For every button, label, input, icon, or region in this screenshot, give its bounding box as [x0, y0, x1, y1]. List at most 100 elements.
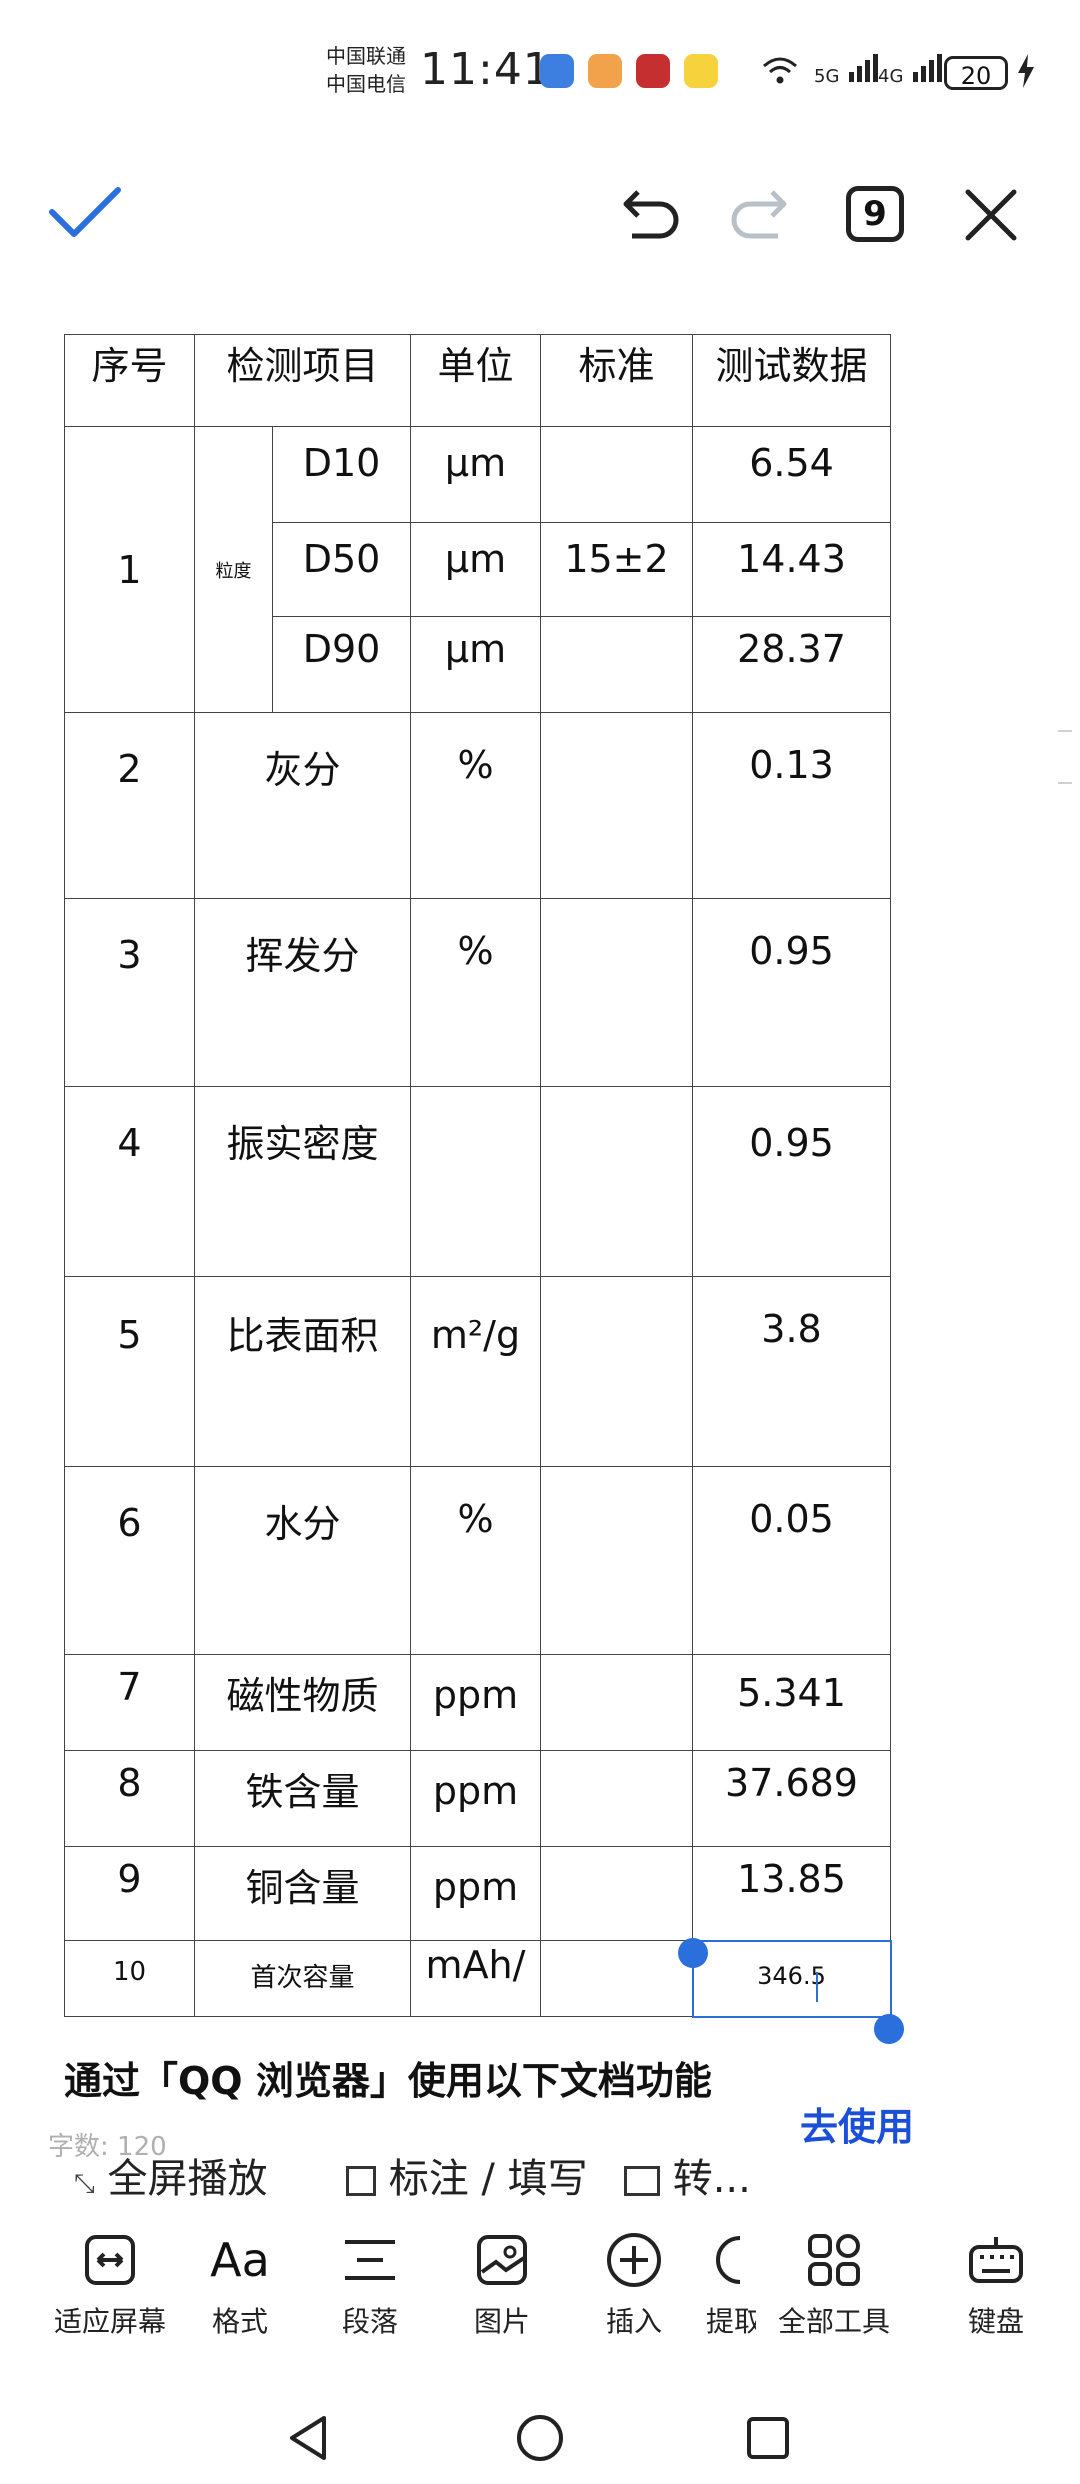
- unit-cell[interactable]: %: [410, 898, 541, 1087]
- table-row: 9 铜含量 ppm 13.85: [64, 1846, 891, 1941]
- row-number-cell[interactable]: 8: [64, 1750, 195, 1847]
- value-cell[interactable]: 3.8: [692, 1276, 891, 1467]
- tool-all-tools[interactable]: 全部工具: [756, 2220, 912, 2340]
- unit-cell[interactable]: μm: [410, 522, 541, 617]
- image-icon: [452, 2220, 552, 2300]
- scroll-hint-mark: [1058, 782, 1072, 784]
- carrier-1: 中国联通: [326, 44, 406, 68]
- unit-cell[interactable]: %: [410, 1466, 541, 1655]
- tool-keyboard[interactable]: 键盘: [946, 2220, 1046, 2340]
- unit-cell[interactable]: ppm: [410, 1846, 541, 1941]
- document-table-area[interactable]: 序号 检测项目 单位 标准 测试数据 1 粒度 D10 μm 6.54 D50 …: [64, 334, 892, 2018]
- item-cell[interactable]: 比表面积: [194, 1276, 411, 1467]
- close-icon[interactable]: [964, 188, 1018, 246]
- unit-cell[interactable]: ppm: [410, 1654, 541, 1751]
- convert-feature[interactable]: 转...: [624, 2146, 751, 2204]
- recents-nav-icon[interactable]: [746, 2416, 790, 2464]
- row-number-cell[interactable]: 1: [64, 426, 195, 713]
- row-number-cell[interactable]: 10: [64, 1940, 195, 2017]
- back-nav-icon[interactable]: [288, 2414, 328, 2466]
- selection-end-handle[interactable]: [874, 2014, 904, 2044]
- value-cell[interactable]: 0.95: [692, 1086, 891, 1277]
- standard-cell[interactable]: [540, 616, 693, 713]
- home-nav-icon[interactable]: [516, 2414, 564, 2466]
- header-cell[interactable]: 检测项目: [194, 334, 411, 427]
- value-cell[interactable]: 0.13: [692, 712, 891, 899]
- value-cell[interactable]: 5.341: [692, 1654, 891, 1751]
- item-cell[interactable]: 铜含量: [194, 1846, 411, 1941]
- selection-start-handle[interactable]: [678, 1938, 708, 1968]
- header-cell[interactable]: 序号: [64, 334, 195, 427]
- standard-cell[interactable]: 15±2: [540, 522, 693, 617]
- go-use-button[interactable]: 去使用: [800, 2096, 914, 2151]
- row-number-cell[interactable]: 5: [64, 1276, 195, 1467]
- tool-insert[interactable]: 插入: [584, 2220, 684, 2340]
- unit-cell[interactable]: μm: [410, 426, 541, 523]
- unit-cell[interactable]: [410, 1086, 541, 1277]
- particle-size-label[interactable]: 粒度: [194, 426, 273, 713]
- item-cell[interactable]: 铁含量: [194, 1750, 411, 1847]
- unit-cell[interactable]: m²/g: [410, 1276, 541, 1467]
- standard-cell[interactable]: [540, 1750, 693, 1847]
- value-cell[interactable]: 0.05: [692, 1466, 891, 1655]
- item-cell[interactable]: D90: [272, 616, 411, 713]
- standard-cell[interactable]: [540, 1846, 693, 1941]
- page-count-button[interactable]: 9: [846, 186, 904, 242]
- extract-icon: [706, 2220, 756, 2300]
- table-row: 2 灰分 % 0.13: [64, 712, 891, 899]
- row-number-cell[interactable]: 3: [64, 898, 195, 1087]
- test-data-table[interactable]: 序号 检测项目 单位 标准 测试数据 1 粒度 D10 μm 6.54 D50 …: [64, 334, 892, 2018]
- row-number-cell[interactable]: 2: [64, 712, 195, 899]
- unit-cell[interactable]: μm: [410, 616, 541, 713]
- item-cell[interactable]: 挥发分: [194, 898, 411, 1087]
- item-cell[interactable]: 磁性物质: [194, 1654, 411, 1751]
- redo-icon[interactable]: [726, 182, 790, 248]
- header-cell[interactable]: 标准: [540, 334, 693, 427]
- picture-icon: [624, 2166, 660, 2196]
- value-cell[interactable]: 6.54: [692, 426, 891, 523]
- unit-cell[interactable]: mAh/: [410, 1940, 541, 2017]
- tool-image[interactable]: 图片: [452, 2220, 552, 2340]
- row-number-cell[interactable]: 9: [64, 1846, 195, 1941]
- value-cell[interactable]: 28.37: [692, 616, 891, 713]
- standard-cell[interactable]: [540, 1086, 693, 1277]
- header-cell[interactable]: 单位: [410, 334, 541, 427]
- row-number-cell[interactable]: 6: [64, 1466, 195, 1655]
- undo-icon[interactable]: [620, 182, 684, 248]
- row-number-cell[interactable]: 4: [64, 1086, 195, 1277]
- fullscreen-play-feature[interactable]: ⤡ 全屏播放: [74, 2146, 268, 2204]
- standard-cell[interactable]: [540, 1466, 693, 1655]
- annotate-fill-feature[interactable]: 标注 / 填写: [346, 2146, 588, 2204]
- value-cell[interactable]: 37.689: [692, 1750, 891, 1847]
- confirm-check-icon[interactable]: [48, 184, 122, 244]
- standard-cell[interactable]: [540, 1654, 693, 1751]
- bottom-toolbar: 适应屏幕 Aa 格式 段落 图片 插入 提取 全部工具 键盘: [0, 2220, 1080, 2360]
- item-cell[interactable]: 振实密度: [194, 1086, 411, 1277]
- row-number-cell[interactable]: 7: [64, 1654, 195, 1751]
- standard-cell[interactable]: [540, 426, 693, 523]
- tool-paragraph[interactable]: 段落: [320, 2220, 420, 2340]
- item-cell[interactable]: D10: [272, 426, 411, 523]
- item-cell[interactable]: 水分: [194, 1466, 411, 1655]
- system-navigation-bar: [0, 2390, 1080, 2484]
- unit-cell[interactable]: ppm: [410, 1750, 541, 1847]
- all-tools-icon: [756, 2220, 912, 2300]
- value-cell[interactable]: 13.85: [692, 1846, 891, 1941]
- qq-browser-promo-text: 通过「QQ 浏览器」使用以下文档功能: [64, 2059, 712, 2103]
- unit-cell[interactable]: %: [410, 712, 541, 899]
- standard-cell[interactable]: [540, 898, 693, 1087]
- tool-fit-screen[interactable]: 适应屏幕: [40, 2220, 180, 2340]
- standard-cell[interactable]: [540, 1276, 693, 1467]
- value-cell[interactable]: 14.43: [692, 522, 891, 617]
- item-cell[interactable]: D50: [272, 522, 411, 617]
- tool-format[interactable]: Aa 格式: [190, 2220, 290, 2340]
- standard-cell[interactable]: [540, 712, 693, 899]
- fullscreen-label: 全屏播放: [107, 2156, 268, 2202]
- header-cell[interactable]: 测试数据: [692, 334, 891, 427]
- value-cell[interactable]: 0.95: [692, 898, 891, 1087]
- tool-extract[interactable]: 提取: [706, 2220, 756, 2340]
- item-cell[interactable]: 灰分: [194, 712, 411, 899]
- item-cell[interactable]: 首次容量: [194, 1940, 411, 2017]
- selected-value-cell[interactable]: 346.5: [691, 1939, 892, 2018]
- standard-cell[interactable]: [540, 1940, 693, 2017]
